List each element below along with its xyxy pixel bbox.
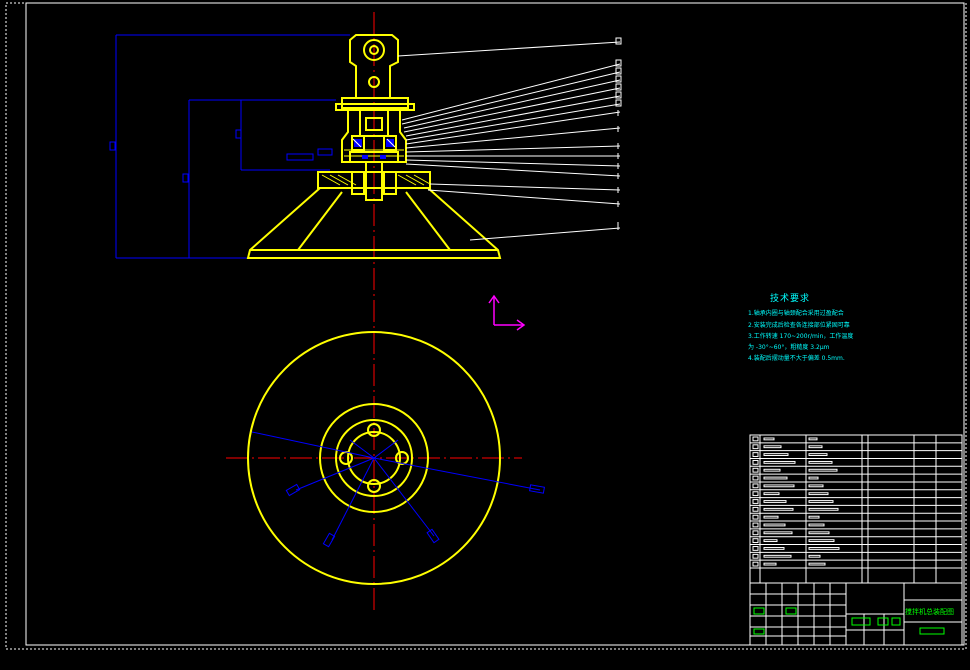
parts-list-index-box xyxy=(752,483,759,489)
parts-list-code-box xyxy=(763,460,796,464)
parts-list-name-box xyxy=(808,554,821,558)
parts-list-code-box xyxy=(763,492,780,496)
parts-list-index-box xyxy=(752,475,759,481)
bearing-housing xyxy=(335,97,415,163)
parts-list-code-box xyxy=(763,515,779,519)
tech-req-line-5: 4.装配后摆动量不大于偏差 0.5mm. xyxy=(748,355,845,362)
parts-list-name-box xyxy=(808,445,823,449)
parts-list-code-box xyxy=(763,507,794,511)
parts-list-name-box xyxy=(808,531,830,535)
tech-req-line-2: 2.安装完成后检查各连接部位紧固可靠 xyxy=(748,322,850,329)
parts-list-name-box xyxy=(808,453,828,456)
parts-list-rows xyxy=(750,442,962,584)
leader-tags xyxy=(615,37,622,230)
parts-list-code-box xyxy=(763,437,775,441)
parts-list-name-box xyxy=(808,523,825,527)
parts-list-code-box xyxy=(763,531,793,535)
tech-req-line-1: 1.轴承内圈与轴颈配合采用过盈配合 xyxy=(748,310,844,317)
parts-list-name-box xyxy=(808,468,838,472)
ucs-axis-icon xyxy=(488,294,526,331)
parts-list-index-box xyxy=(752,436,759,442)
parts-list-code-box xyxy=(763,547,785,550)
parts-list-name-box xyxy=(808,515,820,519)
parts-list-index-box xyxy=(752,459,759,465)
parts-list-code-box xyxy=(763,539,778,543)
tech-req-line-3: 3.工作转速 170~200r/min，工作温度 xyxy=(748,333,854,340)
parts-list-name-box xyxy=(808,492,829,496)
parts-list-name-box xyxy=(808,500,834,503)
parts-list-name-box xyxy=(808,460,833,464)
parts-list-index-box xyxy=(752,444,759,450)
parts-list-code-box xyxy=(763,562,777,566)
title-block-drawing-name: 搅拌机总装配图 xyxy=(905,608,954,616)
parts-list-name-box xyxy=(808,484,824,488)
dimension-lines xyxy=(109,34,350,259)
parts-list-code-box xyxy=(763,554,792,558)
parts-list-code-box xyxy=(763,523,786,527)
parts-list-name-box xyxy=(808,547,840,550)
parts-list-code-box xyxy=(763,500,787,503)
parts-list-code-box xyxy=(763,445,782,449)
parts-list-index-box xyxy=(752,491,759,497)
parts-list-name-box xyxy=(808,507,839,511)
parts-list-index-box xyxy=(752,499,759,504)
parts-list-entries xyxy=(752,436,840,567)
parts-list-name-box xyxy=(808,539,835,543)
parts-list-name-box xyxy=(808,562,826,566)
parts-list-index-box xyxy=(752,452,759,457)
parts-list-index-box xyxy=(752,546,759,551)
parts-list-index-box xyxy=(752,514,759,520)
tech-req-line-4: 为 -30°~60°，粗糙度 3.2μm xyxy=(748,344,830,351)
parts-list-index-box xyxy=(752,506,759,512)
leader-lines xyxy=(397,41,621,241)
parts-list-name-box xyxy=(808,437,818,441)
parts-list-code-box xyxy=(763,476,788,480)
parts-list xyxy=(749,434,963,584)
parts-list-index-box xyxy=(752,467,759,473)
tech-req-title: 技术要求 xyxy=(770,294,811,304)
parts-list-index-box xyxy=(752,553,759,559)
parts-list-index-box xyxy=(752,530,759,536)
parts-list-code-box xyxy=(763,468,781,472)
parts-list-index-box xyxy=(752,561,759,567)
parts-list-index-box xyxy=(752,522,759,528)
top-view xyxy=(226,331,545,585)
parts-list-code-box xyxy=(763,484,795,488)
parts-list-name-box xyxy=(808,476,819,480)
parts-list-code-box xyxy=(763,453,789,456)
parts-list-index-box xyxy=(752,538,759,544)
front-view xyxy=(109,12,622,612)
